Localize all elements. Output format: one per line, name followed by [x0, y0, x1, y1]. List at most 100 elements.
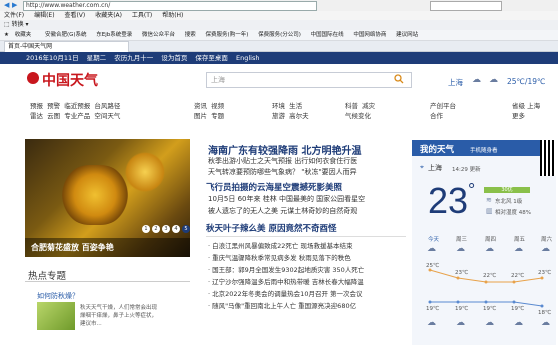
site-top-strip: 2016年10月11日 星期二 农历九月十一 设为首页 保存至桌面 Englis… — [0, 52, 558, 64]
nav-item[interactable]: 减灾 — [362, 102, 375, 110]
headline-link[interactable]: "秋冻"要因人而异 — [301, 168, 356, 176]
headline-line[interactable]: 被人遗忘了的无人之美 元谋土林奇妙的自然奇观 — [208, 207, 357, 216]
convert-button[interactable]: ⬚ 转换 ▾ — [4, 21, 29, 28]
nav-item[interactable]: 旅游 — [272, 112, 285, 120]
nav-item[interactable]: 省级 — [512, 102, 525, 110]
cloud-icon: ☁ — [514, 318, 523, 328]
forecast-day[interactable]: 周三 — [456, 235, 467, 243]
menu-file[interactable]: 文件(F) — [4, 12, 24, 19]
url-input[interactable]: http://www.weather.com.cn/ — [23, 1, 317, 11]
fav-item[interactable]: 保费服务(购一年) — [206, 32, 249, 38]
nav-col4: 科普 减灾 气候变化 — [345, 101, 375, 121]
fav-item[interactable]: 中国网络协商 — [353, 32, 386, 38]
hero-caption[interactable]: 合肥菊花盛放 百姿争艳 — [25, 238, 190, 257]
nav-item[interactable]: 产创平台 — [430, 101, 456, 111]
nav-item[interactable]: 科普 — [345, 102, 358, 110]
hot-topic-link[interactable]: 如何防秋燥？ — [37, 291, 79, 301]
news-item[interactable]: · 随风"马像"重回南北上午人亡 重国源亮决迎680亿 — [208, 302, 356, 311]
nav-item[interactable]: 更多 — [512, 112, 525, 120]
news-item[interactable]: · 重庆气温骤降秋季常见病多发 秋雨见落下的秩色 — [208, 254, 351, 263]
nav-item[interactable]: 上海 — [527, 102, 540, 110]
browser-back-icon[interactable]: ◀ — [4, 1, 9, 9]
nav-col1: 预报 预警 临近预报 台风路径 雷达 云图 专业产品 空间天气 — [30, 101, 120, 121]
menu-tools[interactable]: 工具(T) — [132, 12, 152, 19]
headline-link[interactable]: 天气转凉要预防哪些气象病？ — [208, 168, 299, 176]
top-weather-temp: 25℃/19℃ — [507, 77, 546, 86]
nav-item[interactable]: 预报 — [30, 102, 43, 110]
divider — [206, 236, 406, 237]
search-icon[interactable] — [394, 74, 404, 84]
forecast-low: 19℃ — [426, 306, 440, 312]
forecast-high: 23℃ — [455, 270, 469, 276]
main-headline[interactable]: 海南广东有较强降雨 北方明艳升温 — [208, 142, 361, 157]
nav-item[interactable]: 生活 — [289, 102, 302, 110]
carousel-dot[interactable]: 3 — [162, 225, 170, 233]
fav-item[interactable]: 微信公众平台 — [142, 32, 175, 38]
third-headline[interactable]: 秋天叶子辣么美 原因竟然不奇酉怪 — [206, 222, 336, 234]
news-item[interactable]: · 国王部：郭9月全国发生9302起地质灾害 350人死亡 — [208, 266, 364, 275]
browser-search-box[interactable] — [430, 1, 502, 11]
nav-item[interactable]: 预警 — [47, 102, 60, 110]
news-item[interactable]: · 辽宁沙尔强降温多后雨中和热带暖 吉林长春大幅降温 — [208, 278, 364, 287]
carousel-dot[interactable]: 5 — [182, 225, 190, 233]
nav-item[interactable]: 专业产品 — [64, 112, 90, 120]
menu-help[interactable]: 帮助(H) — [162, 12, 183, 19]
nav-item[interactable]: 合作 — [430, 111, 456, 121]
nav-item[interactable]: 气候变化 — [345, 112, 371, 120]
nav-col6: 省级 上海 更多 — [512, 101, 540, 121]
fav-item[interactable]: ★ 收藏夹 — [4, 32, 35, 38]
nav-col2: 资讯 视频 图片 专题 — [194, 101, 224, 121]
news-item[interactable]: · 白浪江黑州风暴偏致成22死亡 现场救援基本结束 — [208, 242, 352, 251]
set-home-link[interactable]: 设为首页 — [161, 54, 187, 62]
menu-edit[interactable]: 编辑(E) — [34, 12, 54, 19]
top-weather-city[interactable]: 上海 — [448, 77, 463, 88]
lunar-text: 农历九月十一 — [114, 54, 154, 62]
nav-item[interactable]: 视频 — [211, 102, 224, 110]
fav-item[interactable]: 安徽合肥(G)系统 — [45, 32, 87, 38]
save-desktop-link[interactable]: 保存至桌面 — [195, 54, 228, 62]
nav-item[interactable]: 雷达 — [30, 112, 43, 120]
fav-item[interactable]: 中国国际在线 — [311, 32, 344, 38]
news-item[interactable]: · 北京2022年冬奥会的调量热会10月召开 第一次会议 — [208, 290, 363, 299]
site-logo[interactable]: 中国天气 — [42, 70, 98, 90]
aqi-badge[interactable]: 30优 — [484, 187, 530, 193]
hot-topic-text: 秋天天气干燥，人们常常会出现 — [80, 305, 158, 311]
headline-line[interactable]: 10月5日 60年来 桂林 中国最美的 国家公园看星空 — [208, 195, 365, 204]
hot-topics-title: 热点专题 — [28, 271, 67, 282]
location-icon: ⌖ — [420, 163, 424, 171]
carousel-dot[interactable]: 4 — [172, 225, 180, 233]
hot-topic-thumbnail[interactable] — [37, 302, 75, 330]
nav-item[interactable]: 空间天气 — [94, 112, 120, 120]
nav-item[interactable]: 台风路径 — [94, 102, 120, 110]
fav-item[interactable]: 建议网站 — [396, 32, 418, 38]
fav-item[interactable]: 东Ejb系统登录 — [96, 32, 132, 38]
forecast-day[interactable]: 周六 — [541, 235, 552, 243]
forecast-day[interactable]: 周四 — [485, 235, 496, 243]
mobile-link[interactable]: 手机随身看 — [470, 146, 498, 154]
nav-item[interactable]: 临近预报 — [64, 102, 90, 110]
fav-item[interactable]: 搜索 — [185, 32, 196, 38]
headline-line[interactable]: 秋季出游小贴士之天气预报 出行如何衣食住行医 — [208, 157, 357, 166]
carousel-dot[interactable]: 1 — [142, 225, 150, 233]
forecast-day[interactable]: 今天 — [428, 235, 439, 243]
english-link[interactable]: English — [236, 54, 259, 62]
browser-forward-icon[interactable]: ▶ — [12, 1, 17, 9]
carousel-dot[interactable]: 2 — [152, 225, 160, 233]
nav-item[interactable]: 资讯 — [194, 102, 207, 110]
menu-view[interactable]: 查看(V) — [64, 12, 85, 19]
cloud-icon: ☁ — [541, 318, 550, 328]
nav-item[interactable]: 环境 — [272, 102, 285, 110]
my-weather-city[interactable]: 上海 — [428, 163, 442, 173]
forecast-high: 25℃ — [426, 263, 440, 269]
nav-item[interactable]: 图片 — [194, 112, 207, 120]
nav-item[interactable]: 专题 — [211, 112, 224, 120]
second-headline[interactable]: 飞行员拍摄的云海星空震撼死影美照 — [206, 181, 342, 193]
nav-item[interactable]: 云图 — [47, 112, 60, 120]
search-input[interactable]: 上海 — [206, 72, 412, 88]
fav-item[interactable]: 保费服务(分公司) — [258, 32, 301, 38]
tab-weather[interactable]: 首页-中国天气网 — [4, 41, 129, 52]
forecast-day[interactable]: 周五 — [514, 235, 525, 243]
menu-favorites[interactable]: 收藏夹(A) — [95, 12, 122, 19]
cloud-icon: ☁ — [427, 318, 436, 328]
nav-item[interactable]: 高尔夫 — [289, 112, 309, 120]
